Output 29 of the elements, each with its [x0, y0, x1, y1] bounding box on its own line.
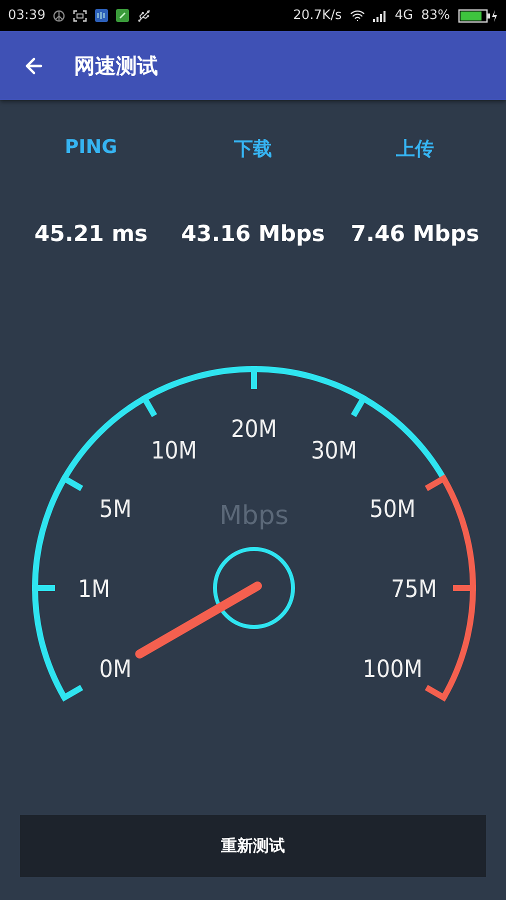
wifi-icon	[350, 8, 365, 23]
network-speed: 20.7K/s	[293, 8, 342, 23]
stat-label: 下载	[234, 137, 272, 162]
scale-label: 0M	[99, 655, 132, 683]
scale-label: 5M	[99, 495, 132, 523]
peace-icon	[53, 10, 66, 22]
status-time: 03:39	[8, 8, 46, 23]
scale-label: 30M	[310, 436, 358, 464]
stat-value: 7.46 Mbps	[350, 222, 480, 247]
scale-label: 100M	[362, 655, 422, 683]
network-type: 4G	[394, 8, 414, 23]
app-icon	[95, 9, 108, 22]
battery-percent: 83%	[421, 8, 450, 23]
battery-charging-icon	[458, 8, 498, 22]
stat-value: 45.21 ms	[34, 222, 148, 247]
scale-label: 20M	[230, 415, 278, 443]
stat-label: PING	[64, 136, 118, 160]
signal-icon	[372, 10, 387, 22]
scale-label: 75M	[390, 575, 438, 603]
scale-label: 1M	[78, 575, 110, 603]
app-icon	[116, 9, 130, 22]
scale-label: 50M	[370, 495, 416, 523]
scale-label: 10M	[150, 436, 198, 464]
screen-title: 网速测试	[74, 52, 158, 80]
stat-value: 43.16 Mbps	[181, 222, 325, 247]
screenshot-icon	[73, 10, 88, 22]
stat-label: 上传	[396, 137, 434, 162]
retest-button[interactable]: 重新测试	[20, 815, 486, 877]
usb-icon	[137, 8, 152, 22]
